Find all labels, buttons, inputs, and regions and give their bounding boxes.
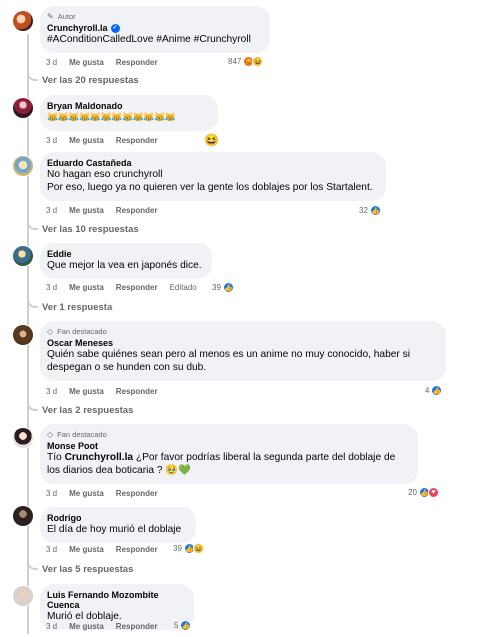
- avatar[interactable]: [12, 10, 34, 32]
- comment-actions: 3 d Me gusta Responder Editado: [46, 283, 197, 292]
- reaction-summary[interactable]: 39 👍 😆: [173, 543, 204, 554]
- comment-text: #AConditionCalledLove #Anime #Crunchyrol…: [47, 34, 251, 45]
- diamond-icon: ◇: [47, 326, 54, 336]
- comment-author[interactable]: Monse Poot: [47, 441, 408, 451]
- reaction-summary[interactable]: 4 👍: [425, 385, 443, 396]
- reaction-summary[interactable]: 847 😡 😆: [228, 56, 264, 67]
- comment-actions: 3 d Me gusta Responder: [46, 622, 158, 631]
- comment-time[interactable]: 3 d: [46, 206, 57, 215]
- comment-text: Quién sabe quiénes sean pero al menos es…: [47, 349, 411, 373]
- reaction-summary[interactable]: 5 👍: [174, 620, 192, 631]
- like-reaction-icon: 👍: [369, 205, 381, 216]
- comment-author[interactable]: Luis Fernando Mozombite Cuenca: [47, 590, 184, 610]
- comment-text: Que mejor la vea en japonés dice.: [47, 260, 202, 271]
- haha-reaction-icon: 😆: [252, 56, 264, 67]
- comment-actions: 3 d Me gusta Responder: [46, 545, 158, 554]
- comment-actions: 3 d Me gusta Responder: [46, 489, 158, 498]
- like-reaction-icon: 👍: [180, 620, 192, 631]
- comment-bubble: ◇ Fan destacado Oscar Meneses Quién sabe …: [40, 321, 446, 381]
- view-replies-link[interactable]: Ver 1 respuesta: [42, 302, 112, 313]
- diamond-icon: ◇: [47, 429, 54, 439]
- reply-button[interactable]: Responder: [116, 206, 158, 215]
- like-reaction-icon: 👍: [222, 282, 234, 293]
- avatar[interactable]: [12, 585, 34, 607]
- fan-badge: ◇ Fan destacado: [47, 326, 107, 336]
- like-button[interactable]: Me gusta: [69, 387, 104, 396]
- avatar[interactable]: [12, 324, 34, 346]
- view-replies-link[interactable]: Ver las 2 respuestas: [42, 405, 133, 416]
- like-button[interactable]: Me gusta: [69, 283, 104, 292]
- view-replies-link[interactable]: Ver las 20 respuestas: [42, 75, 139, 86]
- view-replies-link[interactable]: Ver las 5 respuestas: [42, 564, 133, 575]
- reply-button[interactable]: Responder: [116, 622, 158, 631]
- comment-text: Tío Crunchyroll.la ¿Por favor podrías li…: [47, 452, 396, 476]
- comment-time[interactable]: 3 d: [46, 387, 57, 396]
- reply-button[interactable]: Responder: [116, 58, 158, 67]
- like-button[interactable]: Me gusta: [69, 58, 104, 67]
- comment-author[interactable]: Crunchyroll.la ✓: [47, 23, 260, 33]
- comment-author[interactable]: Oscar Meneses: [47, 338, 436, 348]
- edited-label: Editado: [169, 283, 197, 292]
- reaction-summary[interactable]: 32 👍: [359, 205, 381, 216]
- comment-author[interactable]: Rodrigo: [47, 513, 186, 523]
- like-button[interactable]: Me gusta: [69, 206, 104, 215]
- avatar[interactable]: [12, 155, 34, 177]
- reply-button[interactable]: Responder: [116, 136, 158, 145]
- view-replies-link[interactable]: Ver las 10 respuestas: [42, 224, 139, 235]
- comment-text: No hagan eso crunchyroll Por eso, luego …: [47, 169, 373, 193]
- like-button[interactable]: Me gusta: [69, 136, 104, 145]
- reply-button[interactable]: Responder: [116, 387, 158, 396]
- comment-bubble: ✎ Autor Crunchyroll.la ✓ #AConditionCalled…: [40, 6, 270, 53]
- comment-time[interactable]: 3 d: [46, 283, 57, 292]
- reaction-summary[interactable]: 39 👍: [212, 282, 234, 293]
- comment-actions: 3 d Me gusta Responder: [46, 58, 158, 67]
- comment-text: El día de hoy murió el doblaje: [47, 524, 182, 535]
- comment-time[interactable]: 3 d: [46, 58, 57, 67]
- comment-bubble: Bryan Maldonado 😹😹😹😹😹😹😹😹😹😹😹😹: [40, 95, 218, 131]
- pencil-icon: ✎: [47, 11, 54, 21]
- like-button[interactable]: Me gusta: [69, 489, 104, 498]
- fan-badge: ◇ Fan destacado: [47, 429, 107, 439]
- avatar[interactable]: [12, 427, 34, 449]
- like-button[interactable]: Me gusta: [69, 545, 104, 554]
- love-reaction-icon: ♥: [427, 487, 439, 498]
- avatar[interactable]: [12, 97, 34, 119]
- reply-button[interactable]: Responder: [116, 545, 158, 554]
- comment-actions: 3 d Me gusta Responder: [46, 206, 158, 215]
- comment-time[interactable]: 3 d: [46, 545, 57, 554]
- comment-author[interactable]: Eduardo Castañeda: [47, 158, 376, 168]
- mention-link[interactable]: Crunchyroll.la: [65, 452, 134, 463]
- reply-button[interactable]: Responder: [116, 283, 158, 292]
- like-button[interactable]: Me gusta: [69, 622, 104, 631]
- comment-time[interactable]: 3 d: [46, 136, 57, 145]
- reply-button[interactable]: Responder: [116, 489, 158, 498]
- avatar[interactable]: [12, 245, 34, 267]
- verified-badge-icon: ✓: [110, 23, 120, 33]
- sticker-emoji: 😆: [204, 133, 219, 147]
- comment-bubble: ◇ Fan destacado Monse Poot Tío Crunchyrol…: [40, 424, 418, 484]
- haha-reaction-icon: 😆: [192, 543, 204, 554]
- comment-actions: 3 d Me gusta Responder: [46, 387, 158, 396]
- comment-author[interactable]: Eddie: [47, 249, 202, 259]
- comment-bubble: Eddie Que mejor la vea en japonés dice.: [40, 243, 212, 279]
- reaction-summary[interactable]: 20 👍 ♥: [408, 487, 439, 498]
- comment-time[interactable]: 3 d: [46, 622, 57, 631]
- avatar[interactable]: [12, 505, 34, 527]
- comment-bubble: Rodrigo El día de hoy murió el doblaje: [40, 507, 196, 543]
- comment-actions: 3 d Me gusta Responder: [46, 136, 158, 145]
- comment-time[interactable]: 3 d: [46, 489, 57, 498]
- comment-author[interactable]: Bryan Maldonado: [47, 101, 208, 111]
- like-reaction-icon: 👍: [431, 385, 443, 396]
- comment-text: 😹😹😹😹😹😹😹😹😹😹😹😹: [47, 112, 176, 122]
- author-badge: ✎ Autor: [47, 11, 76, 21]
- comment-bubble: Eduardo Castañeda No hagan eso crunchyro…: [40, 152, 386, 201]
